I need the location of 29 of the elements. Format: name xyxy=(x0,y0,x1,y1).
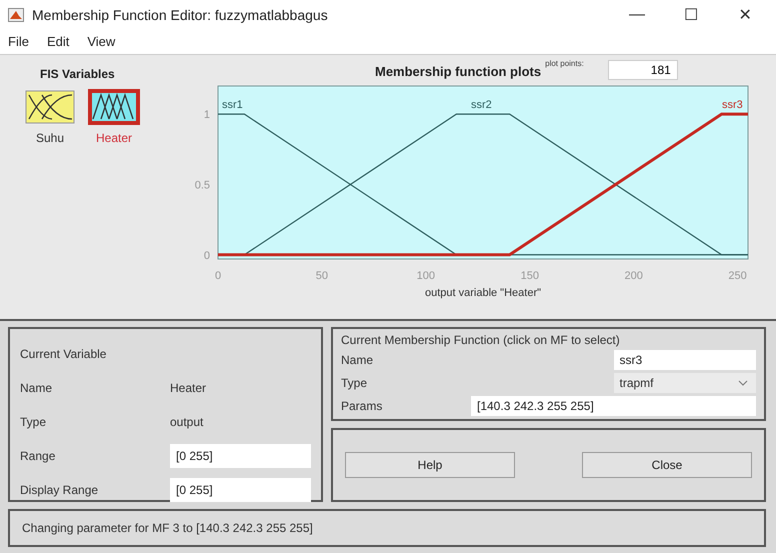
field-label: Display Range xyxy=(20,483,100,497)
membership-label: ssr3 xyxy=(722,98,743,111)
x-tick-label: 0 xyxy=(214,270,222,282)
field-label: Type xyxy=(20,415,48,429)
field-label: Name xyxy=(341,353,374,367)
window-title: Membership Function Editor: fuzzymatlabbagus xyxy=(32,6,329,23)
field-label: Params xyxy=(341,399,384,413)
field-value: output xyxy=(170,415,204,429)
field-value: Heater xyxy=(170,381,208,395)
status-text: Changing parameter for MF 3 to [140.3 242.3 255 255] xyxy=(22,521,313,535)
x-axis-label: output variable "Heater" xyxy=(424,286,542,298)
x-tick-label: 50 xyxy=(316,270,328,282)
field-label: Name xyxy=(20,381,54,395)
x-tick-label: 100 xyxy=(416,270,436,282)
membership-label: ssr2 xyxy=(471,98,492,111)
x-tick-label: 150 xyxy=(520,270,539,282)
x-tick-label: 200 xyxy=(624,270,643,282)
y-tick-label: 1 xyxy=(204,108,210,121)
field-label: Type xyxy=(341,376,368,390)
field-label: plot points: xyxy=(545,58,584,68)
y-tick-label: 0 xyxy=(204,249,210,262)
x-tick-label: 250 xyxy=(728,270,747,282)
panel-title: Current Membership Function (click on MF to select) xyxy=(341,333,621,347)
plot-title: Membership function plots xyxy=(375,64,542,78)
membership-label: ssr1 xyxy=(222,98,243,111)
panel-title: Current Variable xyxy=(20,347,108,361)
y-tick-label: 0.5 xyxy=(194,178,210,191)
section-title: FIS Variables xyxy=(40,66,115,80)
field-label: Range xyxy=(20,449,56,463)
